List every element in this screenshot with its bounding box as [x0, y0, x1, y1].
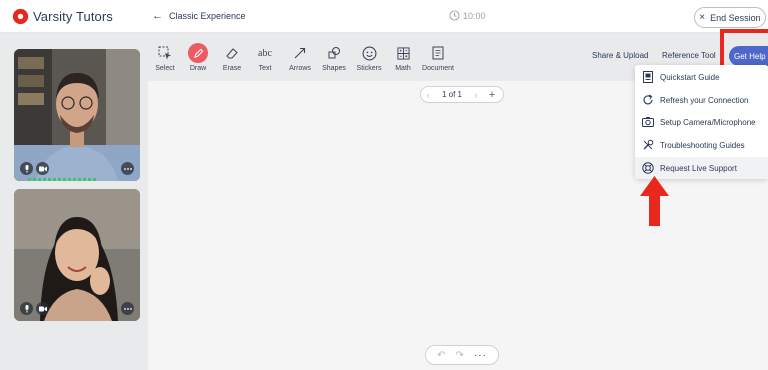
audio-level-indicator	[28, 178, 96, 181]
more-options-icon[interactable]	[121, 162, 134, 175]
tool-text-label: Text	[258, 65, 272, 72]
arrow-left-icon: ←	[152, 10, 163, 22]
close-icon: ×	[699, 12, 706, 23]
tool-select-label: Select	[155, 65, 175, 72]
classic-experience-link[interactable]: ← Classic Experience	[152, 10, 246, 22]
chevron-left-icon[interactable]: ‹	[421, 90, 435, 100]
document-icon	[429, 44, 447, 62]
tutor-video	[14, 49, 140, 181]
page-indicator: 1 of 1	[441, 90, 462, 99]
camera-icon[interactable]	[36, 302, 49, 315]
student-video-controls	[20, 302, 49, 315]
brand-name: Varsity Tutors	[33, 9, 113, 24]
tools-icon	[641, 138, 655, 152]
microphone-icon[interactable]	[20, 162, 33, 175]
camera-icon[interactable]	[36, 162, 49, 175]
help-menu: Quickstart Guide Refresh your Connection…	[635, 65, 768, 179]
tool-draw-label: Draw	[189, 65, 207, 72]
tool-stickers-label: Stickers	[356, 65, 382, 72]
text-abc-icon: abc	[258, 47, 272, 59]
tool-shapes[interactable]: Shapes	[317, 44, 351, 72]
menu-item-refresh-connection[interactable]: Refresh your Connection	[635, 89, 768, 111]
menu-item-setup-camera-microphone[interactable]: Setup Camera/Microphone	[635, 111, 768, 133]
pointer-arrow-icon	[640, 176, 669, 226]
add-page-icon[interactable]: +	[485, 89, 499, 101]
camera-icon	[641, 115, 655, 129]
classic-experience-label: Classic Experience	[169, 11, 246, 21]
eraser-icon	[223, 44, 241, 62]
tool-math-label: Math	[395, 65, 411, 72]
more-options-icon[interactable]: ···	[474, 350, 487, 361]
student-video	[14, 189, 140, 321]
tutor-video-controls	[20, 162, 49, 175]
tool-document-label: Document	[422, 65, 454, 72]
menu-item-label: Refresh your Connection	[660, 95, 749, 105]
tool-text[interactable]: abc Text	[248, 44, 282, 73]
brand-logo: Varsity Tutors	[12, 8, 113, 25]
refresh-icon	[641, 93, 655, 107]
tool-arrows[interactable]: Arrows	[283, 44, 317, 72]
tool-document[interactable]: Document	[421, 44, 455, 72]
select-icon	[156, 44, 174, 62]
menu-item-quickstart-guide[interactable]: Quickstart Guide	[635, 66, 768, 88]
book-icon	[641, 70, 655, 84]
more-options-icon[interactable]	[121, 302, 134, 315]
menu-item-troubleshooting-guides[interactable]: Troubleshooting Guides	[635, 134, 768, 156]
session-timer: 10:00	[449, 10, 486, 21]
clock-icon	[449, 10, 460, 21]
video-panel	[0, 33, 148, 370]
end-session-button[interactable]: × End Session	[694, 7, 766, 28]
menu-item-label: Request Live Support	[660, 163, 737, 173]
reference-tools-button[interactable]: Reference Tools	[662, 51, 716, 60]
support-icon	[641, 161, 655, 175]
undo-icon[interactable]: ↶	[437, 350, 445, 361]
microphone-icon[interactable]	[20, 302, 33, 315]
redo-icon[interactable]: ↷	[455, 350, 463, 361]
tool-shapes-label: Shapes	[322, 65, 346, 72]
chevron-right-icon[interactable]: ›	[469, 90, 483, 100]
tool-draw[interactable]: Draw	[181, 43, 215, 72]
tool-select[interactable]: Select	[148, 44, 182, 72]
tool-erase-label: Erase	[222, 65, 242, 72]
share-upload-button[interactable]: Share & Upload	[592, 51, 648, 60]
arrow-icon	[291, 44, 309, 62]
math-icon	[394, 44, 412, 62]
menu-item-label: Troubleshooting Guides	[660, 140, 745, 150]
shapes-icon	[325, 44, 343, 62]
tool-stickers[interactable]: Stickers	[352, 44, 386, 72]
menu-item-label: Setup Camera/Microphone	[660, 117, 756, 127]
end-session-label: End Session	[710, 12, 761, 23]
tool-math[interactable]: Math	[386, 44, 420, 72]
tool-arrows-label: Arrows	[289, 65, 311, 72]
varsity-tutors-logo-icon	[12, 8, 29, 25]
top-bar: Varsity Tutors ← Classic Experience 10:0…	[0, 0, 768, 33]
page-navigator: ‹ 1 of 1 › +	[420, 86, 504, 103]
tool-erase[interactable]: Erase	[215, 44, 249, 72]
get-help-button[interactable]: Get Help	[729, 46, 768, 66]
sticker-icon	[360, 44, 378, 62]
timer-value: 10:00	[463, 10, 486, 21]
menu-item-label: Quickstart Guide	[660, 72, 720, 82]
pencil-icon	[188, 43, 208, 63]
history-controls: ↶ ↷ ···	[425, 345, 499, 365]
